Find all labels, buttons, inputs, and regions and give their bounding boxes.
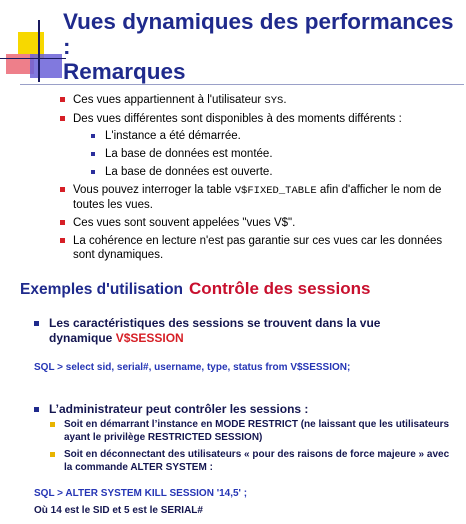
remarks-list: Ces vues appartiennent à l'utilisateur S… [60, 93, 445, 266]
list-item: Ces vues sont souvent appelées "vues V$"… [60, 216, 445, 230]
bullet-icon [60, 220, 65, 225]
sub-list: L'instance a été démarrée. La base de do… [73, 129, 445, 179]
sub-list-item: Soit en démarrant l’instance en MODE RES… [50, 419, 450, 444]
sub-list-item: La base de données est ouverte. [73, 165, 445, 179]
section-heading-examples: Exemples d'utilisation [20, 281, 184, 298]
list-item: La cohérence en lecture n'est pas garant… [60, 234, 445, 262]
session-point-2: L’administrateur peut contrôler les sess… [34, 402, 444, 417]
sub-list-item: Soit en déconnectant des utilisateurs « … [50, 449, 450, 474]
page-title: Vues dynamiques des performances : Remar… [63, 9, 454, 84]
bullet-icon [60, 116, 65, 121]
title-divider [20, 84, 464, 85]
sql-kill-statement: SQL > ALTER SYSTEM KILL SESSION '14,5' ; [34, 488, 248, 499]
list-item: Ces vues appartiennent à l'utilisateur S… [60, 93, 445, 108]
section-heading-sessions: Contrôle des sessions [189, 279, 371, 298]
logo-graphic [0, 0, 70, 86]
sql-statement: SQL > select sid, serial#, username, typ… [34, 362, 351, 373]
footer-note: Où 14 est le SID et 5 est le SERIAL# [34, 505, 203, 516]
bullet-icon [60, 187, 65, 192]
bullet-icon [91, 170, 95, 174]
sub-list-item: L'instance a été démarrée. [73, 129, 445, 143]
bullet-icon [91, 152, 95, 156]
session-control-list: Soit en démarrant l’instance en MODE RES… [50, 419, 450, 479]
session-point-1: Les caractéristiques des sessions se tro… [34, 316, 444, 346]
bullet-icon [60, 97, 65, 102]
bullet-icon [50, 452, 55, 457]
sub-list-item: La base de données est montée. [73, 147, 445, 161]
bullet-icon [50, 422, 55, 427]
view-name-highlight: V$SESSION [115, 331, 184, 345]
bullet-icon [60, 238, 65, 243]
list-item: Des vues différentes sont disponibles à … [60, 112, 445, 179]
section-heading: Exemples d'utilisation Contrôle des sessi… [20, 279, 370, 299]
bullet-icon [34, 407, 39, 412]
bullet-icon [91, 134, 95, 138]
list-item: Vous pouvez interroger la table V$FIXED_… [60, 183, 445, 212]
bullet-icon [34, 321, 39, 326]
